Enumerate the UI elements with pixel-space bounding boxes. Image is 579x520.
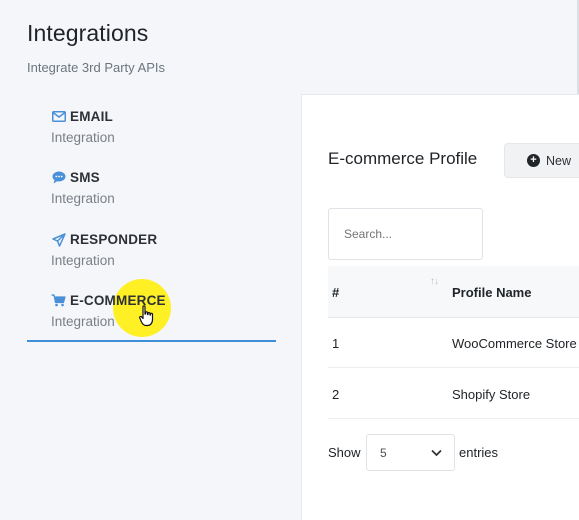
cell-number: 2 (332, 387, 340, 402)
sidebar-item-label: EMAIL (70, 109, 113, 124)
plus-circle-icon: + (527, 154, 540, 167)
sidebar-item-sublabel: Integration (51, 191, 115, 206)
column-header-profile-name[interactable]: Profile Name (452, 285, 531, 300)
entries-label: entries (459, 445, 499, 460)
table-row[interactable]: 1 WooCommerce Store (328, 318, 579, 368)
card-title: E-commerce Profile (328, 149, 478, 168)
cell-profile-name: WooCommerce Store (452, 336, 577, 351)
table-row[interactable]: 2 Shopify Store (328, 369, 579, 419)
sidebar-item-label: RESPONDER (70, 232, 158, 247)
envelope-icon (51, 109, 66, 124)
sort-icon[interactable]: ↑↓ (430, 276, 439, 287)
column-header-number[interactable]: # (332, 285, 339, 300)
chat-bubble-icon (51, 170, 66, 185)
show-label: Show (328, 445, 361, 460)
new-profile-button[interactable]: + New (504, 143, 579, 178)
shopping-cart-icon (51, 293, 66, 308)
sidebar-item-sublabel: Integration (51, 314, 115, 329)
sidebar-item-responder[interactable]: RESPONDER Integration (27, 223, 276, 281)
sidebar-item-sms[interactable]: SMS Integration (27, 161, 276, 219)
sidebar-item-sublabel: Integration (51, 130, 115, 145)
page-title: Integrations (27, 20, 149, 46)
entries-select-value: 5 (380, 445, 387, 460)
search-input[interactable] (328, 208, 483, 260)
chevron-down-icon (431, 446, 442, 460)
hand-cursor-icon (139, 305, 155, 332)
sidebar-item-email[interactable]: EMAIL Integration (27, 100, 276, 158)
cell-number: 1 (332, 336, 340, 351)
new-button-label: New (546, 153, 572, 168)
paper-plane-icon (51, 232, 66, 247)
sidebar-item-label: SMS (70, 170, 100, 185)
sidebar-item-sublabel: Integration (51, 253, 115, 268)
entries-per-page-select[interactable]: 5 (366, 434, 455, 471)
page-subtitle: Integrate 3rd Party APIs (27, 60, 166, 75)
cell-profile-name: Shopify Store (452, 387, 531, 402)
